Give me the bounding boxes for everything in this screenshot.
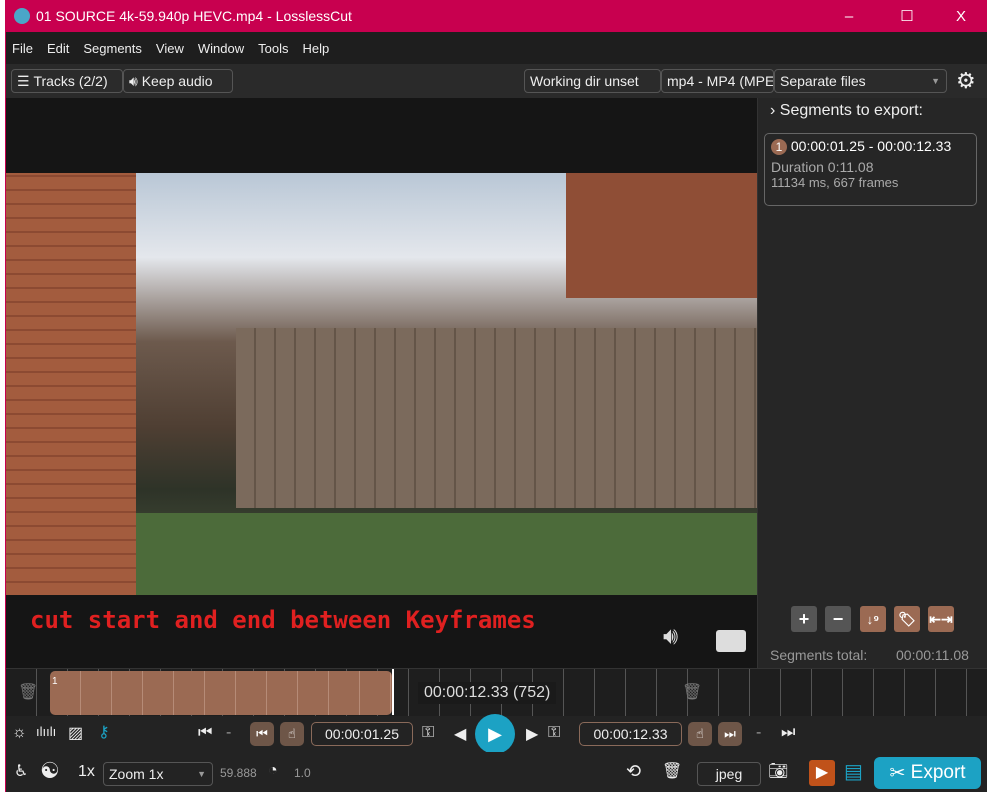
- play-segments-button[interactable]: ▶: [809, 760, 835, 786]
- output-mode-select[interactable]: Separate files ▼: [774, 69, 947, 93]
- dash-separator: -: [226, 724, 232, 741]
- capture-format-select[interactable]: jpeg: [697, 762, 761, 786]
- segment-details: 11134 ms, 667 frames: [771, 175, 899, 190]
- timeline[interactable]: 🗑︎ 1 00:00:12.33 (752) 🗑︎: [6, 668, 987, 716]
- cut-start-time-input[interactable]: 00:00:01.25: [311, 722, 413, 746]
- previous-frame-icon[interactable]: ◀: [454, 724, 466, 744]
- sort-segments-button[interactable]: ↓⁹: [860, 606, 886, 632]
- dash-separator: -: [756, 724, 762, 741]
- working-dir-button[interactable]: Working dir unset: [524, 69, 661, 93]
- set-cut-end-button[interactable]: ☝︎: [688, 722, 712, 746]
- window-title: 01 SOURCE 4k-59.940p HEVC.mp4 - Lossless…: [36, 8, 352, 24]
- segment-label: 1: [52, 676, 58, 687]
- play-button[interactable]: ▶: [475, 714, 515, 754]
- title-bar: 01 SOURCE 4k-59.940p HEVC.mp4 - Lossless…: [6, 0, 987, 32]
- segment-number-badge: 1: [771, 139, 787, 155]
- chevron-down-icon: ▼: [197, 769, 206, 779]
- zoom-select[interactable]: Zoom 1x ▼: [103, 762, 213, 786]
- video-caption: cut start and end between Keyframes: [30, 606, 536, 634]
- next-frame-icon[interactable]: ▶: [526, 724, 538, 744]
- gear-icon[interactable]: ⚙: [956, 68, 976, 94]
- maximize-button[interactable]: ☐: [884, 0, 930, 32]
- next-keyframe-icon[interactable]: ⚿: [548, 724, 560, 742]
- segments-panel: › Segments to export: 1 00:00:01.25 - 00…: [757, 98, 987, 668]
- menu-help[interactable]: Help: [296, 41, 337, 56]
- yin-yang-icon[interactable]: ☯: [40, 758, 60, 784]
- chevron-down-icon: ▼: [931, 76, 940, 86]
- top-toolbar: ☰ Tracks (2/2) 🔊︎ Keep audio Working dir…: [6, 64, 987, 98]
- app-window: 01 SOURCE 4k-59.940p HEVC.mp4 - Lossless…: [5, 0, 987, 792]
- format-value: mp4 - MP4 (MPEG-4 Part 14): [667, 73, 774, 89]
- playback-rate: 1.0: [294, 766, 311, 780]
- bottom-bar: ♿︎ ☯ 1x Zoom 1x ▼ 59.888 ◔ 1.0 ⟲ 🗑︎ jpeg …: [6, 752, 987, 792]
- segment-item[interactable]: 1 00:00:01.25 - 00:00:12.33 Duration 0:1…: [764, 133, 977, 206]
- baby-icon[interactable]: ♿︎: [14, 761, 28, 781]
- jump-start-icon[interactable]: ⏮︎: [198, 724, 212, 742]
- camera-icon[interactable]: 📷︎: [768, 761, 788, 781]
- video-frame: [6, 173, 757, 595]
- segments-total-value: 00:00:11.08: [896, 647, 969, 663]
- volume-icon[interactable]: 🔊︎: [663, 623, 678, 651]
- thumbnails-icon[interactable]: ▨: [68, 723, 83, 743]
- remove-segment-button[interactable]: −: [825, 606, 851, 632]
- tag-icon[interactable]: 🏷︎: [894, 606, 920, 632]
- minimize-button[interactable]: –: [826, 0, 872, 32]
- segments-header-label: Segments to export:: [779, 102, 923, 119]
- playhead[interactable]: [392, 669, 394, 715]
- calendar-icon[interactable]: ▤: [844, 759, 863, 784]
- current-time-display: 00:00:12.33 (752): [418, 682, 557, 704]
- menu-view[interactable]: View: [150, 41, 192, 56]
- speedometer-icon[interactable]: ◔: [268, 762, 278, 780]
- segment-range: 00:00:01.25 - 00:00:12.33: [790, 138, 952, 154]
- keep-audio-label: Keep audio: [141, 73, 213, 89]
- trash-icon[interactable]: 🗑︎: [682, 682, 702, 702]
- previous-keyframe-icon[interactable]: ⚿: [422, 724, 434, 742]
- zoom-value: Zoom 1x: [109, 766, 164, 782]
- menu-segments[interactable]: Segments: [77, 41, 150, 56]
- settings-icon[interactable]: ☼: [12, 724, 27, 742]
- scissors-icon: ✂: [889, 762, 911, 784]
- tracks-button[interactable]: ☰ Tracks (2/2): [11, 69, 123, 93]
- fps-value: 59.888: [220, 766, 257, 780]
- trash-icon[interactable]: 🗑︎: [662, 761, 682, 781]
- tracks-label: Tracks (2/2): [33, 73, 108, 89]
- playback-controls: ☼ ılıılı ▨ ⚷ ⏮︎ - ⏮︎ ☝︎ 00:00:01.25 ⚿ ◀ …: [6, 714, 987, 754]
- jump-segment-start-button[interactable]: ⏮︎: [250, 722, 274, 746]
- set-cut-start-button[interactable]: ☝︎: [280, 722, 304, 746]
- keyframes-key-icon[interactable]: ⚷: [98, 722, 110, 742]
- close-button[interactable]: X: [938, 0, 984, 32]
- menu-window[interactable]: Window: [192, 41, 252, 56]
- subtitles-icon[interactable]: [716, 630, 746, 652]
- jump-segment-end-button[interactable]: ⏭︎: [718, 722, 742, 746]
- chevron-right-icon: ›: [770, 102, 780, 119]
- export-label: Export: [910, 762, 966, 783]
- app-icon: [14, 8, 30, 24]
- keep-audio-button[interactable]: 🔊︎ Keep audio: [123, 69, 233, 93]
- video-player[interactable]: cut start and end between Keyframes 🔊︎: [6, 98, 757, 668]
- trash-icon[interactable]: 🗑︎: [18, 682, 38, 702]
- list-icon: ☰: [17, 72, 34, 89]
- speed-label: 1x: [78, 763, 95, 780]
- segment-duration: Duration 0:11.08: [771, 159, 874, 175]
- menu-tools[interactable]: Tools: [252, 41, 296, 56]
- segments-header[interactable]: › Segments to export:: [770, 102, 923, 120]
- speaker-icon: 🔊︎: [129, 72, 142, 89]
- cut-end-time-input[interactable]: 00:00:12.33: [579, 722, 682, 746]
- jump-end-icon[interactable]: ⏭︎: [781, 724, 795, 742]
- rotate-icon[interactable]: ⟲: [626, 761, 641, 782]
- waveform-icon[interactable]: ılıılı: [36, 724, 56, 739]
- format-select[interactable]: mp4 - MP4 (MPEG-4 Part 14): [661, 69, 774, 93]
- export-button[interactable]: ✂ Export: [874, 757, 981, 789]
- segments-total-label: Segments total:: [770, 647, 868, 663]
- menu-edit[interactable]: Edit: [41, 41, 77, 56]
- output-mode-value: Separate files: [780, 73, 866, 89]
- menu-bar: File Edit Segments View Window Tools Hel…: [6, 32, 987, 64]
- menu-file[interactable]: File: [6, 41, 41, 56]
- timeline-segment[interactable]: 1: [50, 671, 392, 715]
- add-segment-button[interactable]: +: [791, 606, 817, 632]
- split-segment-button[interactable]: ⇤⇥: [928, 606, 954, 632]
